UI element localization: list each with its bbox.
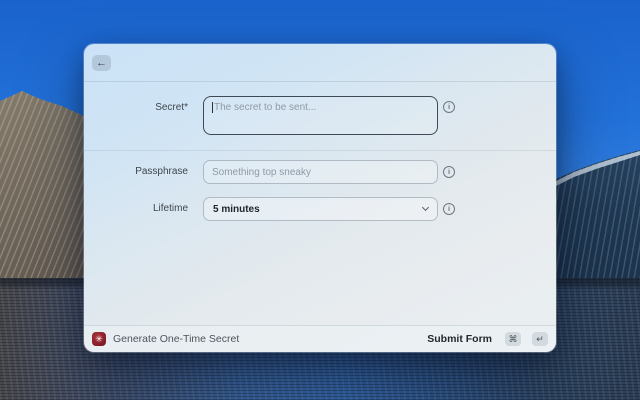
lifetime-info-icon[interactable]: i bbox=[443, 203, 455, 215]
lifetime-select[interactable]: 5 minutes bbox=[203, 197, 438, 221]
chevron-down-icon bbox=[422, 204, 429, 211]
secret-label: Secret* bbox=[84, 102, 188, 113]
lifetime-value: 5 minutes bbox=[213, 204, 260, 215]
back-arrow-icon: ← bbox=[96, 57, 107, 69]
desktop: ← Secret* The secret to be sent... i Pas… bbox=[0, 0, 640, 400]
passphrase-label: Passphrase bbox=[84, 166, 188, 177]
back-button[interactable]: ← bbox=[92, 55, 111, 71]
command-title: Generate One-Time Secret bbox=[113, 333, 420, 345]
header-divider bbox=[84, 81, 556, 82]
lifetime-label: Lifetime bbox=[84, 203, 188, 214]
cmd-key-icon: ⌘ bbox=[505, 332, 521, 346]
passphrase-info-icon[interactable]: i bbox=[443, 166, 455, 178]
window-header: ← bbox=[84, 44, 556, 81]
raycast-window: ← Secret* The secret to be sent... i Pas… bbox=[84, 44, 556, 352]
passphrase-input[interactable]: Something top sneaky bbox=[203, 160, 438, 184]
status-bar: ✳ Generate One-Time Secret Submit Form ⌘… bbox=[84, 325, 556, 352]
onetimesecret-logo-icon: ✳ bbox=[92, 332, 106, 346]
return-key-icon: ↵ bbox=[532, 332, 548, 346]
secret-info-icon[interactable]: i bbox=[443, 101, 455, 113]
submit-form-button[interactable]: Submit Form bbox=[427, 333, 492, 345]
passphrase-placeholder: Something top sneaky bbox=[212, 167, 311, 178]
text-cursor bbox=[212, 102, 213, 113]
secret-textarea[interactable]: The secret to be sent... bbox=[203, 96, 438, 135]
secret-placeholder: The secret to be sent... bbox=[214, 102, 316, 113]
section-divider bbox=[84, 150, 556, 151]
